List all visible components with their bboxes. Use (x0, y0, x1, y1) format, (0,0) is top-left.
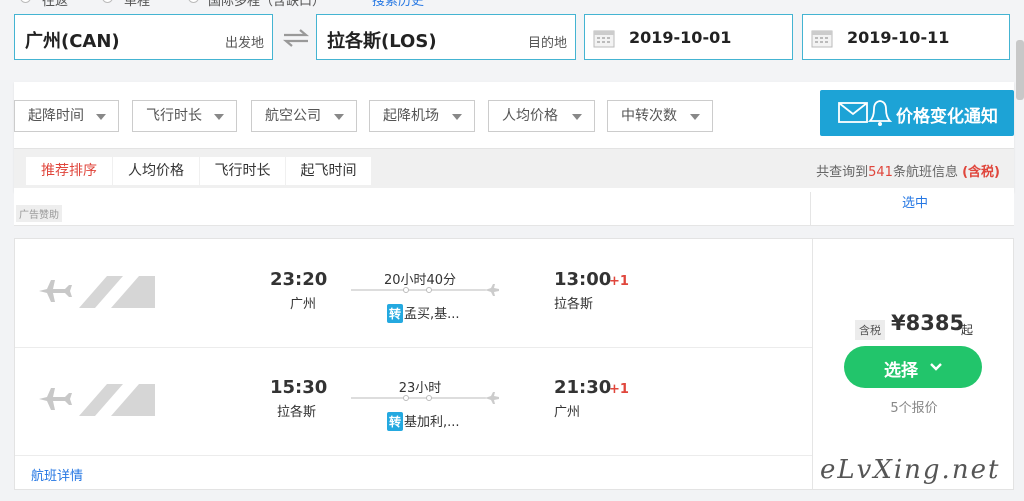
trip-type-multi-city[interactable]: 国际多程（含缺口） (208, 0, 325, 9)
inbound-transfer: 转基加利,... (387, 411, 460, 431)
outbound-plus-day: +1 (609, 274, 629, 289)
filter-stops[interactable]: 中转次数 (607, 100, 713, 132)
filter-label: 起降时间 (28, 108, 84, 124)
inbound-arr-time: 21:30 (554, 377, 612, 398)
sort-tab-price[interactable]: 人均价格 (113, 157, 199, 185)
outbound-arr-city: 拉各斯 (554, 297, 594, 312)
search-panel: 往返 单程 国际多程（含缺口） 搜索历史 广州(CAN) 出发地 拉各斯(LOS… (0, 0, 1024, 80)
price-alert-label: 价格变化通知 (896, 107, 998, 127)
price-amount: ¥8385 (891, 311, 965, 335)
caret-down-icon (96, 114, 106, 120)
tax-included-badge: 含税 (855, 320, 885, 340)
sort-tab-departure[interactable]: 起飞时间 (286, 157, 371, 185)
result-summary: 共查询到541条航班信息 (含税) (816, 161, 1000, 180)
price-alert-button[interactable]: 价格变化通知 (820, 90, 1014, 136)
inbound-arr-city: 广州 (554, 405, 581, 420)
caret-down-icon (452, 114, 462, 120)
destination-city: 拉各斯(LOS) (327, 31, 437, 52)
result-suffix: 条航班信息 (892, 165, 958, 180)
filter-label: 中转次数 (621, 108, 677, 124)
destination-field[interactable]: 拉各斯(LOS) 目的地 (316, 14, 576, 60)
outbound-transfer: 转孟买,基... (387, 303, 460, 323)
filter-label: 人均价格 (502, 108, 558, 124)
origin-hint: 出发地 (224, 36, 264, 51)
depart-date-field[interactable]: 2019-10-01 (584, 14, 793, 60)
caret-down-icon (690, 114, 700, 120)
inbound-plus-day: +1 (609, 382, 629, 397)
inbound-dep-city: 拉各斯 (277, 405, 317, 420)
detail-divider (15, 455, 812, 456)
search-history-link[interactable]: 搜索历史 (372, 0, 424, 9)
transfer-badge: 转 (387, 304, 404, 323)
filter-flight-duration[interactable]: 飞行时长 (132, 100, 237, 132)
outbound-dep-time: 23:20 (270, 269, 328, 290)
filter-panel: 起降时间 飞行时长 航空公司 起降机场 人均价格 中转次数 价格变化通知 推荐排… (14, 82, 1014, 192)
filter-label: 飞行时长 (146, 108, 202, 124)
origin-city: 广州(CAN) (25, 31, 120, 52)
caret-down-icon (572, 114, 582, 120)
ad-badge: 广告赞助 (16, 205, 62, 222)
caret-down-icon (214, 114, 224, 120)
select-button[interactable]: 选择 (844, 346, 982, 388)
calendar-icon (811, 30, 833, 48)
quote-count[interactable]: 5个报价 (813, 397, 1015, 416)
radio-multi-city[interactable] (188, 0, 199, 3)
price-column: 含税 ¥8385 起 选择 5个报价 (812, 239, 1014, 489)
leg-divider (15, 347, 812, 348)
result-tax-note: (含税) (962, 165, 1000, 180)
airline-logo-icon (39, 276, 155, 308)
filter-departure-time[interactable]: 起降时间 (14, 100, 119, 132)
mail-bell-icon (838, 100, 893, 126)
calendar-icon (593, 30, 615, 48)
chevron-down-icon (930, 363, 942, 371)
result-prefix: 共查询到 (816, 165, 869, 180)
sort-bar: 推荐排序 人均价格 飞行时长 起飞时间 共查询到541条航班信息 (含税) (14, 148, 1014, 188)
filter-price[interactable]: 人均价格 (488, 100, 595, 132)
inbound-transfer-cities[interactable]: 基加利,... (404, 415, 460, 430)
radio-round-trip[interactable] (20, 0, 31, 3)
return-date-field[interactable]: 2019-10-11 (802, 14, 1010, 60)
transfer-badge: 转 (387, 412, 404, 431)
flight-card: 23:20 广州 20小时40分 转孟买,基... 13:00 +1 拉各斯 1… (14, 238, 1014, 490)
trip-type-row: 往返 单程 国际多程（含缺口） 搜索历史 (0, 0, 500, 9)
scrollbar-thumb[interactable] (1016, 40, 1024, 100)
ad-divider (810, 192, 811, 226)
airline-logo-icon (39, 384, 155, 416)
outbound-transfer-cities[interactable]: 孟买,基... (404, 307, 460, 322)
result-count: 541 (868, 165, 893, 180)
caret-down-icon (334, 114, 344, 120)
sort-tab-recommended[interactable]: 推荐排序 (26, 157, 112, 185)
depart-date: 2019-10-01 (629, 28, 732, 47)
ad-select-link[interactable]: 选中 (902, 192, 928, 211)
filter-airline[interactable]: 航空公司 (251, 100, 357, 132)
return-date: 2019-10-11 (847, 28, 950, 47)
select-label: 选择 (884, 361, 918, 381)
origin-field[interactable]: 广州(CAN) 出发地 (14, 14, 273, 60)
trip-type-round-trip[interactable]: 往返 (42, 0, 68, 9)
outbound-arr-time: 13:00 (554, 269, 612, 290)
price-suffix: 起 (961, 323, 974, 337)
filter-airport[interactable]: 起降机场 (369, 100, 475, 132)
inbound-dep-time: 15:30 (270, 377, 328, 398)
sort-tab-duration[interactable]: 飞行时长 (200, 157, 285, 185)
route-line-icon (351, 392, 499, 404)
swap-icon[interactable] (281, 28, 311, 48)
outbound-dep-city: 广州 (290, 297, 317, 312)
trip-type-one-way[interactable]: 单程 (124, 0, 150, 9)
destination-hint: 目的地 (527, 36, 567, 51)
watermark: eLvXing.net (820, 455, 1001, 485)
filter-label: 起降机场 (383, 108, 439, 124)
radio-one-way[interactable] (102, 0, 113, 3)
filter-label: 航空公司 (265, 108, 321, 124)
ad-row: 广告赞助 选中 (14, 192, 1014, 226)
flight-details-link[interactable]: 航班详情 (31, 465, 83, 484)
route-line-icon (351, 284, 499, 296)
